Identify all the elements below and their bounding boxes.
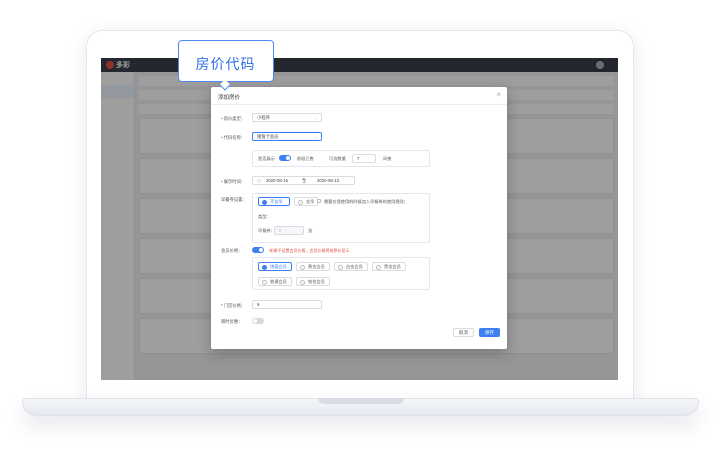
show-toggle[interactable] [279,155,291,161]
limit-toggle[interactable] [252,318,264,324]
code-name-select[interactable]: 储值卡会员 ⌄ [252,132,322,141]
quantity-label: 可选数量 [329,156,346,161]
price-input[interactable]: ¥ [252,300,322,309]
chevron-down-icon: ⌄ [314,115,318,120]
show-label: 是否展示 [258,156,275,161]
no-breakfast-radio[interactable]: 不含早 [258,197,290,206]
rule-checkbox[interactable] [317,199,321,203]
modal-divider [211,104,507,105]
quantity-input[interactable]: 7 [352,154,376,163]
cancel-button[interactable]: 取消 [453,328,474,337]
breakfast-count-unit: 张 [308,228,313,233]
rate-type-select[interactable]: 小程序 ⌄ [252,113,322,122]
validity-label: • 展示时间： [221,179,246,184]
member-price-label: 会员价格： [221,248,243,253]
rate-type-label: • 房价类型： [221,116,246,121]
breakfast-label: 早餐券设置： [221,197,247,202]
add-rate-modal: 添加房价 × • 房价类型： 小程序 ⌄ • 代码名称： 储值卡会员 ⌄ 是否展示 … [211,87,507,349]
sold-label: 前段已售 [297,156,314,161]
chevron-down-icon: ⌄ [314,134,318,139]
rule-checkbox-text: 需要在我使用的时候加入早餐券的使用规则； [324,199,408,204]
member-option[interactable]: 黄金会员 [296,262,330,271]
member-option[interactable]: 普通会员 [258,277,292,286]
breakfast-count-label: 早餐券： [258,228,275,233]
save-button[interactable]: 保存 [479,328,500,337]
code-name-label: • 代码名称： [221,135,246,140]
laptop-notch [318,398,404,404]
close-icon[interactable]: × [496,90,501,99]
member-price-toggle[interactable] [252,247,264,253]
start-date: 2020-08-15 [266,178,288,183]
type-label: 类型： [258,214,271,219]
breakfast-radio[interactable]: 含早 [294,197,318,206]
date-range-picker[interactable]: ◷ 2020-08-15 至 2020-08-13 [252,176,355,185]
member-option[interactable]: 黑金会员 [372,262,406,271]
end-date: 2020-08-13 [317,178,339,183]
stage: 多彩 添加房价 × • 房价类型： 小程序 ⌄ • 代码名称： 储值卡会员 ⌄ … [0,0,721,456]
modal-title: 添加房价 [218,95,241,101]
callout-label: 房价代码 [195,56,256,72]
member-warning: *如果不设置会员价格，会员价格将按原价显示 [268,248,350,253]
date-separator: 至 [302,178,307,183]
breakfast-count-input[interactable]: 0 [274,226,304,235]
quantity-unit: 间夜 [383,156,392,161]
member-option[interactable]: 储值会员 [258,262,292,271]
calendar-icon: ◷ [257,178,261,183]
member-option[interactable]: 铂金会员 [296,277,330,286]
member-option[interactable]: 白金会员 [334,262,368,271]
callout-tooltip: 房价代码 [178,40,274,91]
limit-label: 限时优惠： [221,319,243,324]
price-label: * 门店价格： [221,303,246,308]
